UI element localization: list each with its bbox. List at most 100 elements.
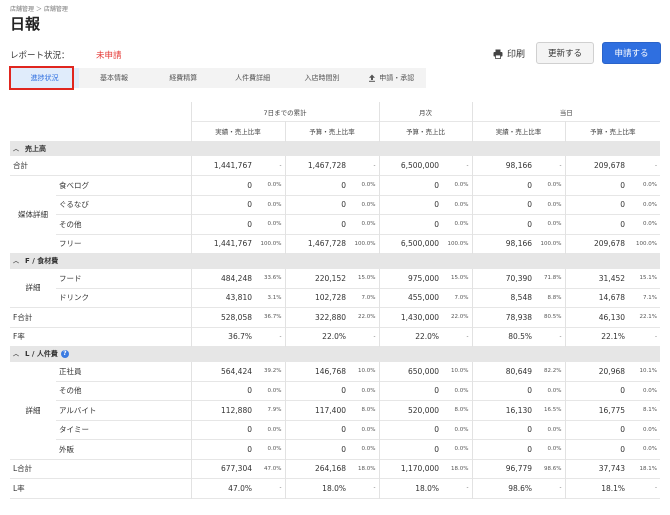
value-cell: 80,649 bbox=[471, 361, 536, 381]
table-row: その他 0 0.0% 0 0.0% 0 0.0% 0 0.0% 0 0.0% bbox=[10, 381, 661, 401]
header-sub: 予算・売上比 bbox=[378, 121, 473, 141]
ratio-cell: 0.0% bbox=[643, 387, 658, 394]
chevron-up-icon[interactable]: ︿ bbox=[13, 256, 19, 265]
value-cell: 520,000 bbox=[378, 400, 443, 420]
value-cell: 0 bbox=[378, 439, 443, 459]
row-label: 食べログ bbox=[59, 180, 89, 190]
row-label: 正社員 bbox=[59, 366, 82, 376]
table-row: L率 47.0% -18.0% -18.0% -98.6% -18.1% - bbox=[10, 478, 661, 498]
ratio-cell: 100.0% bbox=[447, 240, 469, 247]
print-button[interactable]: 印刷 bbox=[493, 47, 525, 60]
ratio-cell: 0.0% bbox=[547, 446, 562, 453]
ratio-cell: 0.0% bbox=[643, 446, 658, 453]
help-icon[interactable]: ? bbox=[60, 350, 69, 359]
ratio-cell: 10.1% bbox=[639, 368, 658, 374]
value-cell: 1,441,767 bbox=[190, 156, 255, 176]
ratio-cell: 18.0% bbox=[358, 465, 376, 472]
ratio-cell: 0.0% bbox=[454, 387, 469, 394]
row-label: 合計 bbox=[13, 161, 28, 170]
value-cell: 0 bbox=[284, 439, 349, 459]
table-row: その他 0 0.0% 0 0.0% 0 0.0% 0 0.0% 0 0.0% bbox=[10, 214, 661, 234]
ratio-cell: - bbox=[559, 333, 562, 340]
ratio-cell: - bbox=[559, 485, 562, 492]
value-cell: 22.0% bbox=[284, 327, 349, 347]
chevron-up-icon[interactable]: ︿ bbox=[13, 349, 19, 358]
ratio-cell: 98.6% bbox=[544, 465, 562, 472]
value-cell: 146,768 bbox=[284, 361, 349, 381]
value-cell: 1,467,728 bbox=[284, 156, 349, 176]
section-sales[interactable]: ︿ 売上高 bbox=[10, 141, 661, 156]
upload-icon bbox=[369, 74, 376, 82]
ratio-cell: 8.1% bbox=[643, 407, 658, 414]
ratio-cell: 0.0% bbox=[361, 201, 376, 208]
header-sub: 実績・売上比率 bbox=[190, 121, 285, 141]
row-label: L率 bbox=[13, 483, 25, 493]
row-label: ぐるなび bbox=[59, 200, 89, 210]
table-row: 媒体詳細 食べログ 0 0.0% 0 0.0% 0 0.0% 0 0.0% 0 0.0% bbox=[10, 175, 661, 219]
value-cell: 0 bbox=[284, 214, 349, 234]
value-cell: 0 bbox=[378, 175, 443, 195]
tab-basic-info[interactable]: 基本情報 bbox=[79, 68, 148, 88]
value-cell: 0 bbox=[190, 420, 255, 440]
ratio-cell: 22.0% bbox=[358, 314, 376, 321]
value-cell: 22.1% bbox=[564, 327, 629, 347]
table-row: ぐるなび 0 0.0% 0 0.0% 0 0.0% 0 0.0% 0 0.0% bbox=[10, 195, 661, 215]
value-cell: 112,880 bbox=[190, 400, 255, 420]
value-cell: 102,728 bbox=[284, 288, 349, 308]
report-status-value: 未申請 bbox=[96, 51, 122, 61]
value-cell: 209,678 bbox=[564, 234, 629, 254]
ratio-cell: 18.0% bbox=[451, 465, 469, 472]
ratio-cell: 100.0% bbox=[636, 240, 658, 247]
row-label: フリー bbox=[59, 239, 82, 249]
ratio-cell: 8.8% bbox=[547, 294, 562, 301]
ratio-cell: 0.0% bbox=[361, 387, 376, 394]
value-cell: 0 bbox=[284, 195, 349, 215]
header-group-cumulative: 7日までの累計 bbox=[190, 102, 380, 122]
ratio-cell: 0.0% bbox=[361, 446, 376, 453]
value-cell: 47.0% bbox=[190, 478, 255, 498]
ratio-cell: 15.1% bbox=[639, 275, 658, 281]
tab-highlight-box bbox=[9, 66, 74, 90]
value-cell: 322,880 bbox=[284, 307, 349, 327]
tab-expenses[interactable]: 経費精算 bbox=[149, 68, 218, 88]
tab-approval-label: 申請・承認 bbox=[379, 74, 415, 82]
ratio-cell: 0.0% bbox=[547, 387, 562, 394]
printer-icon bbox=[493, 49, 503, 59]
print-label: 印刷 bbox=[507, 50, 526, 60]
ratio-cell: 15.0% bbox=[451, 275, 469, 281]
value-cell: 0 bbox=[564, 195, 629, 215]
ratio-cell: 0.0% bbox=[547, 426, 562, 433]
section-labor[interactable]: ︿ L / 人件費? bbox=[10, 346, 661, 362]
report-status-label: レポート状況： bbox=[10, 51, 70, 61]
value-cell: 528,058 bbox=[190, 307, 255, 327]
ratio-cell: 16.5% bbox=[544, 407, 562, 414]
update-button[interactable]: 更新する bbox=[536, 42, 594, 64]
ratio-cell: - bbox=[655, 333, 658, 340]
apply-button[interactable]: 申請する bbox=[602, 42, 661, 64]
ratio-cell: 8.0% bbox=[454, 407, 469, 414]
row-label: L合計 bbox=[13, 464, 33, 474]
ratio-cell: 0.0% bbox=[267, 387, 282, 394]
tab-approval[interactable]: 申請・承認 bbox=[357, 68, 426, 88]
row-group-label: 詳細 bbox=[25, 405, 41, 415]
ratio-cell: 0.0% bbox=[267, 446, 282, 453]
ratio-cell: 47.0% bbox=[264, 465, 282, 472]
ratio-cell: 0.0% bbox=[454, 201, 469, 208]
report-table-container: 7日までの累計 月次 当日 実績・売上比率 予算・売上比率 予算・売上比 実績・… bbox=[10, 102, 661, 499]
ratio-cell: 22.0% bbox=[451, 314, 469, 321]
value-cell: 209,678 bbox=[564, 156, 629, 176]
value-cell: 8,548 bbox=[471, 288, 536, 308]
ratio-cell: 7.1% bbox=[643, 294, 658, 301]
ratio-cell: 0.0% bbox=[361, 182, 376, 189]
breadcrumb[interactable]: 店舗管理 ＞ 店舗管理 bbox=[10, 4, 68, 13]
ratio-cell: - bbox=[466, 485, 469, 492]
tab-entry-time[interactable]: 入店時間別 bbox=[287, 68, 356, 88]
tab-labor-details[interactable]: 人件費詳細 bbox=[218, 68, 287, 88]
ratio-cell: 0.0% bbox=[643, 221, 658, 228]
value-cell: 0 bbox=[564, 214, 629, 234]
chevron-up-icon[interactable]: ︿ bbox=[13, 144, 19, 153]
ratio-cell: - bbox=[466, 333, 469, 340]
value-cell: 22.0% bbox=[378, 327, 443, 347]
section-food[interactable]: ︿ F / 食材費 bbox=[10, 253, 661, 269]
table-row: F合計 528,058 36.7% 322,880 22.0% 1,430,000 22.0… bbox=[10, 307, 661, 327]
